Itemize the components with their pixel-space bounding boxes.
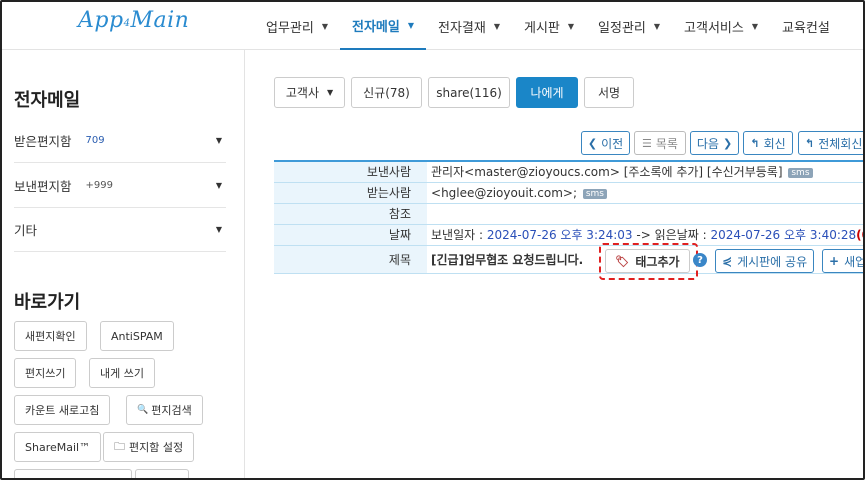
list-icon: ☰ (642, 136, 652, 150)
recipient-label: 받는사람 (274, 182, 428, 204)
next-mail-button[interactable]: 다음 ❯ (690, 131, 739, 155)
caret-down-icon: ▼ (407, 20, 414, 30)
filter-new-button[interactable]: 신규(78) (351, 77, 422, 108)
mailbox-settings-button[interactable]: 🗀 편지함 설정 (103, 432, 195, 462)
search-icon: 🔍 (137, 405, 149, 415)
shortcut-title: 바로가기 (14, 292, 81, 313)
recipient-value: <hglee@zioyouit.com>; sms (427, 182, 863, 204)
caret-down-icon[interactable]: ▼ (216, 181, 222, 190)
sender-label: 보낸사람 (274, 160, 428, 183)
cc-label: 참조 (274, 203, 428, 225)
sidebar-item-label: 받은편지함 (14, 134, 72, 149)
nav-item-email[interactable]: 전자메일 ▼ (340, 2, 426, 50)
sidebar-item-label: 보낸편지함 (14, 179, 72, 194)
shortcut-button-partial[interactable] (14, 469, 132, 478)
sent-date: 2024-07-26 오후 3:24:03 (486, 228, 633, 242)
folder-icon: 🗀 (114, 439, 125, 453)
sidebar-title: 전자메일 (14, 90, 81, 111)
help-icon[interactable]: ? (693, 253, 707, 267)
tag-icon: 🏷 (615, 254, 630, 268)
chevron-right-icon: ❯ (722, 136, 733, 150)
read-date: 2024-07-26 오후 3:40:28 (710, 228, 857, 242)
compose-button[interactable]: 편지쓰기 (14, 358, 77, 388)
reply-all-button[interactable]: ↰ 전체회신 (798, 131, 863, 155)
nav-item-work[interactable]: 업무관리 ▼ (254, 2, 340, 50)
nav-item-education[interactable]: 교육컨설 (770, 2, 842, 50)
shortcut-button-partial[interactable] (135, 469, 189, 478)
nav-item-schedule[interactable]: 일정관리 ▼ (586, 2, 672, 50)
sent-count: +999 (85, 180, 113, 191)
reply-button[interactable]: ↰ 회신 (743, 131, 793, 155)
unread-count: 709 (85, 135, 105, 146)
top-nav-bar: App4Main 업무관리 ▼ 전자메일 ▼ 전자결재 ▼ 게시판 ▼ 일정관리 ▼ 고객… (2, 2, 863, 50)
caret-down-icon: ▼ (493, 21, 500, 31)
chevron-left-icon: ❮ (587, 136, 598, 150)
share-to-board-button[interactable]: ⋞ 게시판에 공유 (715, 249, 815, 273)
sender-value: 관리자<master@zioyoucs.com> [주소록에 추가] [수신거부… (427, 160, 863, 183)
cc-row: 참조 (274, 203, 863, 225)
date-row: 날짜 보낸일자 : 2024-07-26 오후 3:24:03 -> 읽은날짜 … (274, 224, 863, 246)
date-label: 날짜 (274, 224, 428, 246)
nav-item-approval[interactable]: 전자결재 ▼ (426, 2, 512, 50)
sidebar-item-label: 기타 (14, 223, 38, 238)
caret-down-icon: ▼ (326, 88, 334, 97)
recipient-row: 받는사람 <hglee@zioyouit.com>; sms (274, 182, 863, 204)
sidebar-item-sent[interactable]: 보낸편지함 +999 ▼ (14, 164, 226, 208)
nav-item-customer-service[interactable]: 고객서비스 ▼ (672, 2, 770, 50)
caret-down-icon[interactable]: ▼ (216, 136, 222, 145)
check-new-mail-button[interactable]: 새편지확인 (14, 321, 87, 351)
reply-all-icon: ↰ (805, 136, 815, 150)
main-nav: 업무관리 ▼ 전자메일 ▼ 전자결재 ▼ 게시판 ▼ 일정관리 ▼ 고객서비스 ▼ 교육컨설 (254, 2, 842, 50)
app-logo[interactable]: App4Main (78, 8, 189, 33)
plus-icon: + (829, 254, 840, 268)
write-to-me-button[interactable]: 내게 쓰기 (89, 358, 155, 388)
prev-mail-button[interactable]: ❮ 이전 (581, 131, 630, 155)
caret-down-icon: ▼ (321, 21, 328, 31)
sharemail-button[interactable]: ShareMail™ (14, 432, 102, 462)
cc-value (427, 203, 863, 225)
sms-badge[interactable]: sms (788, 168, 813, 179)
caret-down-icon: ▼ (567, 21, 575, 31)
refresh-count-button[interactable]: 카운트 새로고침 (14, 395, 111, 425)
filter-share-button[interactable]: share(116) (428, 77, 510, 108)
nav-item-board[interactable]: 게시판 ▼ (512, 2, 586, 50)
caret-down-icon: ▼ (653, 21, 661, 31)
list-button[interactable]: ☰ 목록 (634, 131, 686, 155)
caret-down-icon[interactable]: ▼ (216, 225, 222, 234)
share-icon: ⋞ (722, 254, 733, 268)
new-task-button[interactable]: + 새업 (822, 249, 863, 273)
sidebar-item-other[interactable]: 기타 ▼ (14, 208, 226, 252)
sidebar-item-inbox[interactable]: 받은편지함 709 ▼ (14, 119, 226, 163)
signature-button[interactable]: 서명 (584, 77, 634, 108)
mail-search-button[interactable]: 🔍 편지검색 (126, 395, 203, 425)
reply-icon: ↰ (750, 136, 760, 150)
date-value: 보낸일자 : 2024-07-26 오후 3:24:03 -> 읽은날짜 : 2… (427, 224, 863, 246)
client-filter-dropdown[interactable]: 고객사 ▼ (274, 77, 345, 108)
filter-to-me-button[interactable]: 나에게 (516, 77, 578, 108)
sms-badge[interactable]: sms (582, 188, 607, 199)
add-tag-button[interactable]: 🏷 태그추가 (605, 249, 690, 273)
subject-label: 제목 (274, 245, 428, 274)
sidebar: 전자메일 받은편지함 709 ▼ 보낸편지함 +999 ▼ 기타 ▼ 바로가기 … (2, 50, 245, 478)
app-window: App4Main 업무관리 ▼ 전자메일 ▼ 전자결재 ▼ 게시판 ▼ 일정관리 ▼ 고객… (0, 0, 865, 480)
antispam-button[interactable]: AntiSPAM (100, 321, 174, 351)
sender-row: 보낸사람 관리자<master@zioyoucs.com> [주소록에 추가] … (274, 160, 863, 183)
caret-down-icon: ▼ (751, 21, 759, 31)
